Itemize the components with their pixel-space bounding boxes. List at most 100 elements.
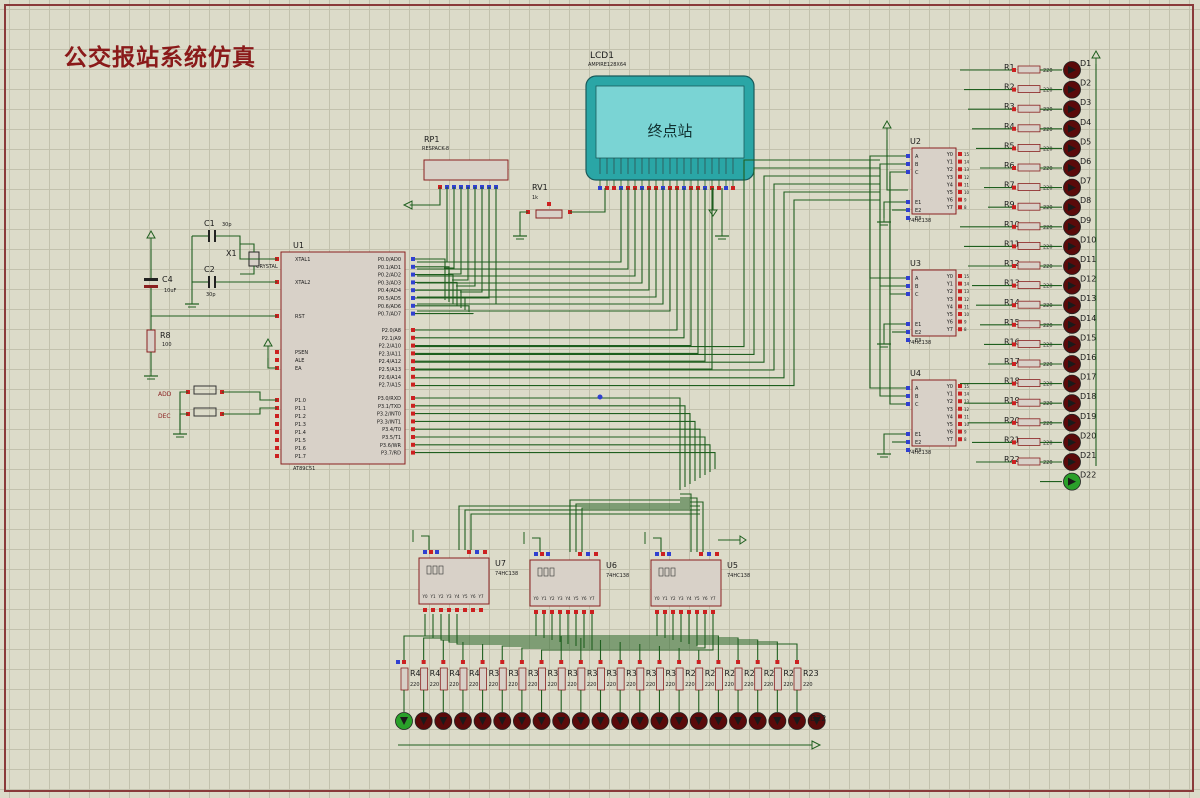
decoder-output-pin	[534, 610, 538, 614]
right-resistor-value: 220	[1043, 342, 1053, 348]
right-resistor[interactable]	[1017, 104, 1041, 113]
mcu-left-pin	[275, 430, 279, 434]
button-label: DEC	[158, 413, 171, 420]
right-resistor[interactable]	[1017, 183, 1041, 192]
r8-body[interactable]	[146, 329, 156, 353]
button-dec[interactable]	[193, 407, 217, 417]
decoder-pin-number: 12	[964, 175, 970, 180]
bottom-resistor[interactable]	[715, 667, 723, 691]
decoder-enable-wire	[532, 537, 541, 552]
bottom-resistor[interactable]	[459, 667, 468, 691]
mcu-left-pin-label: P1.0	[295, 398, 306, 404]
bottom-resistor[interactable]	[577, 667, 586, 691]
decoder-input-label: E3	[915, 216, 921, 222]
right-resistor-value: 220	[1043, 460, 1053, 466]
bottom-resistor[interactable]	[616, 667, 625, 691]
decoder-part-name: 74HC138	[495, 571, 518, 577]
mcu-right-pin	[411, 343, 415, 348]
bottom-resistor-value: 220	[607, 682, 617, 688]
c2-plate	[208, 276, 210, 288]
right-resistor[interactable]	[1017, 163, 1041, 172]
bottom-resistor[interactable]	[675, 667, 684, 691]
decoder-input-pin	[467, 550, 471, 554]
right-resistor[interactable]	[1017, 241, 1041, 250]
right-resistor[interactable]	[1017, 65, 1041, 74]
right-resistor[interactable]	[1017, 339, 1041, 348]
mcu-left-pin-label: P1.4	[295, 430, 306, 436]
rp1-p0-wire	[444, 187, 455, 269]
decoder-output-label: Y6	[470, 594, 476, 599]
rp1-body[interactable]	[423, 159, 509, 181]
led-drive-wire	[448, 614, 778, 660]
right-resistor[interactable]	[1017, 222, 1041, 231]
mcu-right-pin	[411, 419, 415, 424]
bottom-resistor[interactable]	[400, 667, 409, 691]
right-resistor[interactable]	[1017, 261, 1041, 270]
bottom-resistor[interactable]	[420, 667, 429, 691]
bottom-resistor[interactable]	[518, 667, 527, 691]
bottom-led-label: D22	[810, 714, 826, 723]
decoder-output-label: Y3	[557, 596, 563, 601]
bottom-resistor[interactable]	[538, 667, 546, 691]
bottom-resistor[interactable]	[793, 667, 802, 691]
mcu-right-pin	[411, 450, 415, 455]
bottom-resistor-reference: R23	[803, 669, 819, 678]
decoder-output-label: Y4	[946, 304, 953, 310]
bottom-resistor[interactable]	[498, 667, 507, 691]
decoder-output-pin	[958, 414, 962, 419]
right-resistor[interactable]	[1017, 320, 1041, 329]
decoder-input-pin	[655, 552, 659, 556]
bottom-resistor[interactable]	[734, 667, 743, 691]
decoder-input-pin	[906, 292, 910, 296]
schematic-drawing[interactable]: LCD1AMPIRE128X64 终点站 RP1 RESPACK-8 RV1 1k U1 AT…	[0, 0, 1200, 798]
right-resistor[interactable]	[1017, 85, 1041, 93]
schematic-canvas[interactable]: 公交报站系统仿真 LCD1 AMPIRE128X64 终点站 RP1 RESPACK-8…	[0, 0, 1200, 798]
bottom-resistor[interactable]	[636, 667, 645, 691]
decoder-output-label: Y4	[686, 596, 692, 601]
bottom-resistor[interactable]	[479, 667, 488, 691]
mcu-right-pin	[411, 351, 415, 356]
bottom-resistor[interactable]	[695, 667, 704, 691]
decoder-input-pin	[906, 322, 910, 326]
right-resistor[interactable]	[1017, 437, 1041, 446]
rv1-body[interactable]	[535, 209, 563, 219]
lcd-gnd-arrow	[708, 209, 718, 217]
right-resistor[interactable]	[1017, 281, 1041, 290]
right-resistor[interactable]	[1017, 418, 1041, 427]
button-add[interactable]	[193, 385, 217, 395]
decoder-reference: U7	[495, 559, 506, 568]
rv1-value: 1k	[532, 195, 538, 201]
decoder-pin-number: 14	[964, 392, 970, 397]
resistor-pin	[1012, 440, 1016, 445]
right-resistor[interactable]	[1017, 379, 1041, 388]
bottom-resistor[interactable]	[773, 667, 782, 691]
bottom-resistor[interactable]	[656, 667, 664, 691]
right-resistor[interactable]	[1017, 143, 1041, 152]
right-resistor[interactable]	[1017, 359, 1041, 368]
decoder-input-pin	[906, 170, 910, 174]
decoder-output-label: Y2	[549, 596, 555, 601]
bottom-resistor[interactable]	[597, 667, 605, 691]
reset-ground	[144, 368, 158, 380]
power-arrow	[882, 119, 892, 129]
mcu-right-pin	[411, 328, 415, 332]
bottom-resistor[interactable]	[754, 667, 763, 691]
bottom-resistor[interactable]	[557, 667, 566, 691]
decoder-input-label: E1	[915, 200, 921, 206]
bottom-resistor[interactable]	[439, 667, 448, 691]
right-resistor-value: 220	[1043, 382, 1053, 388]
decoder-output-pin	[558, 610, 562, 614]
right-resistor[interactable]	[1017, 202, 1041, 211]
ea-power	[263, 337, 273, 358]
right-led-label: D1	[1080, 59, 1091, 68]
decoder-output-label: Y7	[946, 437, 953, 443]
decoder-ground	[877, 336, 891, 348]
right-resistor[interactable]	[1017, 398, 1041, 407]
right-resistor[interactable]	[1017, 300, 1041, 309]
right-resistor-reference: R19	[1004, 396, 1020, 405]
decoder-output-pin	[431, 608, 435, 612]
right-led-label: D3	[1080, 98, 1091, 107]
decoder-address-wire	[415, 199, 880, 387]
right-resistor[interactable]	[1017, 457, 1041, 466]
right-resistor[interactable]	[1017, 124, 1041, 133]
